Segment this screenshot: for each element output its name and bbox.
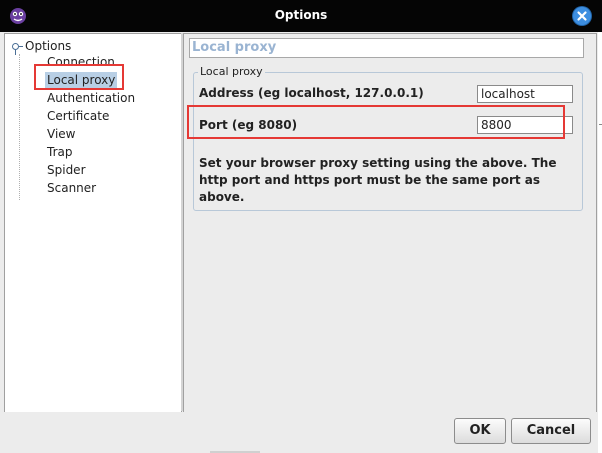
ok-button[interactable]: OK	[454, 418, 506, 444]
address-label: Address (eg localhost, 127.0.0.1)	[199, 86, 424, 100]
tree-item-trap[interactable]: Trap	[45, 144, 74, 160]
panel-header-title: Local proxy	[192, 40, 277, 55]
window-title: Options	[274, 8, 328, 22]
tree-guide-line	[19, 54, 21, 200]
port-input[interactable]	[477, 116, 573, 134]
address-input[interactable]	[477, 85, 573, 103]
port-label: Port (eg 8080)	[199, 118, 298, 132]
cancel-button[interactable]: Cancel	[511, 418, 591, 444]
tree-item-view[interactable]: View	[45, 126, 77, 142]
tree-item-connection[interactable]: Connection	[45, 54, 117, 70]
tree-expand-handle-icon[interactable]	[11, 40, 23, 55]
panel-header: Local proxy	[189, 38, 584, 58]
tree-root-label: Options	[25, 39, 72, 53]
window-right-edge	[598, 32, 602, 453]
tree-item-certificate[interactable]: Certificate	[45, 108, 111, 124]
group-title: Local proxy	[198, 65, 265, 78]
local-proxy-panel: Local proxy Local proxy Address (eg loca…	[183, 33, 597, 413]
options-dialog: Options Options Connection Local proxy A…	[0, 0, 602, 453]
local-proxy-group: Local proxy Address (eg localhost, 127.0…	[193, 65, 583, 211]
tree-root-options[interactable]: Options	[11, 38, 72, 55]
tree-item-authentication[interactable]: Authentication	[45, 90, 137, 106]
title-bar[interactable]: Options	[0, 0, 602, 32]
tree-item-local-proxy[interactable]: Local proxy	[45, 72, 118, 88]
close-icon	[577, 11, 587, 21]
dialog-button-bar: OK Cancel	[0, 412, 602, 453]
tree-item-scanner[interactable]: Scanner	[45, 180, 98, 196]
close-button[interactable]	[573, 7, 591, 25]
proxy-help-text: Set your browser proxy setting using the…	[199, 156, 557, 204]
options-tree[interactable]: Options Connection Local proxy Authentic…	[4, 33, 182, 413]
tree-item-spider[interactable]: Spider	[45, 162, 88, 178]
